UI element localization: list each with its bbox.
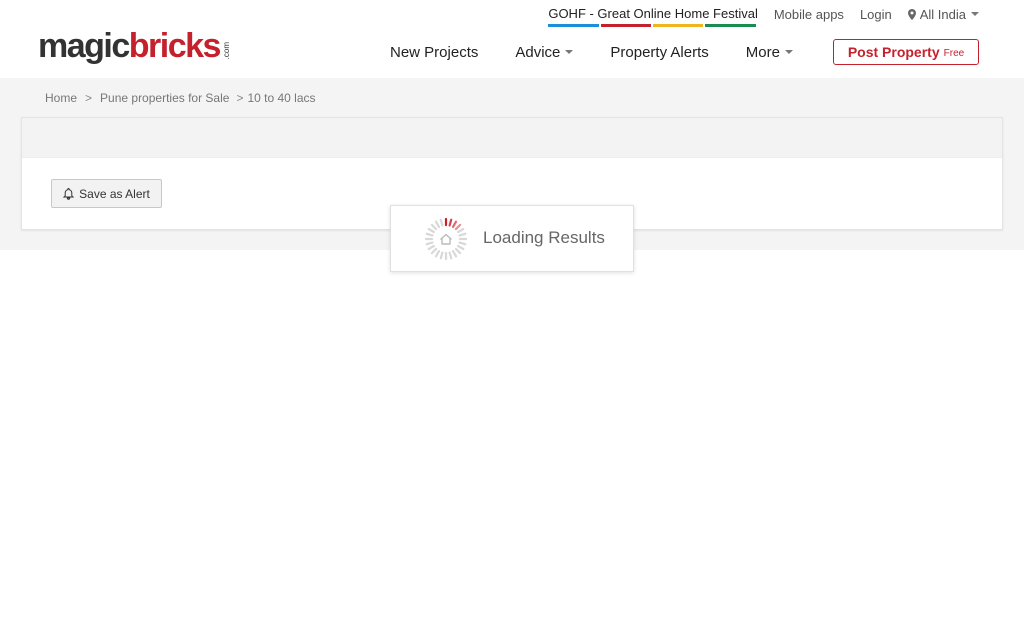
top-links: GOHF - Great Online Home Festival Mobile… [548, 5, 979, 27]
bell-icon [63, 187, 75, 200]
map-pin-icon [907, 8, 916, 20]
login-link[interactable]: Login [860, 7, 892, 22]
location-selector[interactable]: All India [907, 6, 979, 22]
breadcrumb-separator: > [236, 91, 244, 105]
breadcrumb-home[interactable]: Home [45, 91, 77, 105]
chevron-down-icon [784, 50, 793, 54]
loading-popup: Loading Results [390, 205, 634, 272]
nav-new-projects[interactable]: New Projects [390, 44, 478, 61]
breadcrumb: Home > Pune properties for Sale > 10 to … [45, 91, 316, 105]
chevron-down-icon [565, 50, 574, 54]
nav-more-label: More [745, 43, 780, 61]
nav-advice-label: Advice [515, 43, 561, 61]
logo-text-magic: magic [38, 27, 130, 65]
magicbricks-logo[interactable]: magic bricks .com [38, 27, 231, 63]
nav-new-projects-label: New Projects [390, 43, 479, 61]
mobile-apps-link[interactable]: Mobile apps [774, 7, 844, 22]
save-as-alert-label: Save as Alert [79, 186, 150, 201]
loading-spinner-icon [424, 217, 468, 261]
festival-link-label: GOHF - Great Online Home Festival [548, 5, 758, 21]
breadcrumb-pune[interactable]: Pune properties for Sale [100, 91, 229, 105]
save-as-alert-button[interactable]: Save as Alert [51, 179, 162, 208]
loading-text: Loading Results [483, 228, 605, 247]
festival-link[interactable]: GOHF - Great Online Home Festival [548, 5, 758, 27]
festival-color-bar [548, 23, 758, 27]
logo-text-bricks: bricks [128, 27, 222, 65]
filter-bar [22, 118, 1002, 158]
breadcrumb-separator: > [85, 91, 93, 105]
post-property-label: Post Property [847, 44, 940, 60]
post-property-free-tag: Free [943, 48, 965, 59]
nav-advice[interactable]: Advice [515, 43, 574, 61]
post-property-button[interactable]: Post Property Free [833, 39, 979, 65]
nav-more[interactable]: More [746, 44, 793, 61]
breadcrumb-current: 10 to 40 lacs [247, 91, 316, 105]
location-label: All India [919, 6, 966, 22]
nav-property-alerts[interactable]: Property Alerts [610, 44, 708, 61]
site-header: magic bricks .com GOHF - Great Online Ho… [0, 0, 1024, 78]
chevron-down-icon [971, 12, 979, 16]
nav-property-alerts-label: Property Alerts [610, 43, 709, 61]
logo-suffix: .com [221, 41, 231, 59]
main-nav: New Projects Advice Property Alerts More [390, 42, 830, 62]
